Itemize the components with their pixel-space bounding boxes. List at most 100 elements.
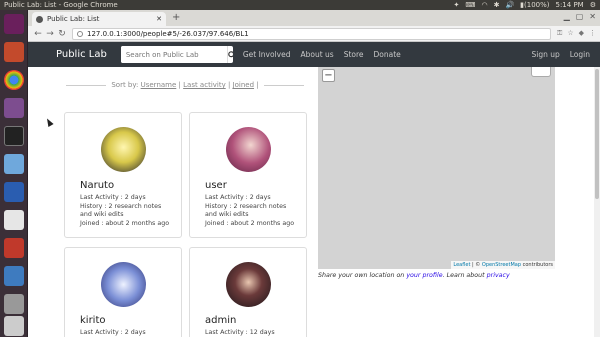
sort-joined-link[interactable]: Joined	[233, 81, 254, 89]
search-icon	[228, 50, 233, 57]
osm-link[interactable]: OpenStreetMap	[482, 262, 521, 268]
bluetooth-icon[interactable]: ✱	[494, 1, 500, 9]
search-button[interactable]	[226, 46, 233, 63]
user-card[interactable]: Naruto Last Activity : 2 days History : …	[64, 112, 182, 238]
leaflet-link[interactable]: Leaflet	[453, 262, 470, 268]
people-map[interactable]: − Leaflet | © OpenStreetMap contributors	[318, 67, 555, 269]
nav-link-donate[interactable]: Donate	[374, 50, 401, 59]
attribution-contributors: contributors	[521, 262, 553, 268]
files-icon[interactable]	[4, 42, 24, 62]
nav-link-about-us[interactable]: About us	[300, 50, 333, 59]
address-bar[interactable]: 127.0.0.1:3000/people#5/-26.037/97.646/B…	[72, 27, 551, 40]
web-page: Public Lab Get Involved About us Store D…	[28, 42, 600, 337]
sort-separator: |	[178, 81, 181, 89]
nav-link-get-involved[interactable]: Get Involved	[243, 50, 291, 59]
joined: Joined : about 2 months ago	[80, 219, 170, 227]
avatar[interactable]	[226, 262, 271, 307]
sort-username-link[interactable]: Username	[141, 81, 177, 89]
tab-title: Public Lab: List	[47, 15, 100, 23]
user-name[interactable]: user	[205, 180, 227, 191]
browser-tab[interactable]: Public Lab: List ✕	[32, 12, 166, 26]
user-meta: Last Activity : 2 days History : 2 resea…	[80, 194, 175, 228]
ubuntu-software-icon[interactable]	[4, 98, 24, 118]
back-button[interactable]: ←	[32, 29, 44, 39]
user-name[interactable]: admin	[205, 315, 236, 326]
os-top-bar: Public Lab: List - Google Chrome ✦ ⌨ ◠ ✱…	[0, 0, 600, 10]
search-input[interactable]	[120, 46, 227, 63]
keyboard-icon[interactable]: ⌨	[465, 1, 475, 9]
user-name[interactable]: kirito	[80, 315, 106, 326]
profile-link[interactable]: your profile	[406, 272, 442, 279]
key-icon[interactable]: ⚿	[557, 29, 562, 38]
clock[interactable]: 5:14 PM	[556, 1, 584, 9]
writer-icon[interactable]	[4, 266, 24, 286]
map-attribution: Leaflet | © OpenStreetMap contributors	[451, 261, 555, 269]
terminal-icon[interactable]	[4, 126, 24, 146]
sort-separator: |	[256, 81, 259, 89]
reload-button[interactable]: ↻	[56, 29, 68, 39]
extension-icon[interactable]: ◆	[579, 29, 584, 38]
forward-button[interactable]: →	[44, 29, 56, 39]
user-meta: Last Activity : 12 days	[205, 329, 300, 337]
site-brand[interactable]: Public Lab	[56, 49, 107, 60]
nav-link-store[interactable]: Store	[344, 50, 364, 59]
dropbox-icon[interactable]: ✦	[453, 1, 459, 9]
wifi-icon[interactable]: ◠	[481, 1, 487, 9]
signup-link[interactable]: Sign up	[532, 50, 560, 59]
software-center-icon[interactable]	[4, 238, 24, 258]
map-note-prefix: Share your own location on	[318, 272, 407, 279]
close-window-icon[interactable]: ✕	[589, 12, 596, 21]
zoom-out-button[interactable]: −	[322, 69, 335, 82]
auth-links: Sign up Login	[532, 50, 600, 59]
user-card[interactable]: admin Last Activity : 12 days	[189, 247, 307, 337]
layer-control-button[interactable]	[531, 67, 551, 77]
virtualbox-icon[interactable]	[4, 154, 24, 174]
text-editor-icon[interactable]	[4, 210, 24, 230]
page-scrollbar[interactable]	[594, 67, 600, 337]
app-launcher	[0, 10, 28, 337]
map-note: Share your own location on your profile.…	[318, 272, 510, 279]
volume-icon[interactable]: 🔊	[505, 1, 514, 9]
avatar[interactable]	[101, 127, 146, 172]
new-tab-button[interactable]: +	[172, 12, 180, 23]
trash-icon[interactable]	[4, 316, 24, 336]
minimize-icon[interactable]: ▁	[564, 12, 570, 21]
user-meta: Last Activity : 2 days History : 2 resea…	[205, 194, 300, 228]
last-activity: Last Activity : 2 days	[80, 194, 146, 201]
history: History : 2 research notes and wiki edit…	[80, 202, 162, 219]
system-tray[interactable]: ✦ ⌨ ◠ ✱ 🔊 ▮(100%) 5:14 PM ⚙	[453, 1, 596, 9]
vscode-icon[interactable]	[4, 182, 24, 202]
close-tab-icon[interactable]: ✕	[156, 15, 162, 23]
power-icon[interactable]: ⚙	[590, 1, 596, 9]
info-icon[interactable]	[77, 30, 83, 37]
login-link[interactable]: Login	[570, 50, 590, 59]
chrome-icon[interactable]	[4, 70, 24, 90]
battery-indicator[interactable]: ▮(100%)	[520, 1, 549, 9]
user-card[interactable]: user Last Activity : 2 days History : 2 …	[189, 112, 307, 238]
dash-icon[interactable]	[4, 14, 24, 34]
menu-icon[interactable]: ⋮	[589, 29, 596, 38]
user-card[interactable]: kirito Last Activity : 2 days	[64, 247, 182, 337]
user-meta: Last Activity : 2 days	[80, 329, 175, 337]
maximize-icon[interactable]: ▢	[576, 12, 584, 21]
divider	[263, 84, 304, 86]
last-activity: Last Activity : 12 days	[205, 329, 275, 336]
map-note-mid: . Learn about	[442, 272, 487, 279]
favicon-icon	[36, 15, 43, 23]
sort-options: Sort by: Username | Last activity | Join…	[106, 81, 263, 89]
sort-last-activity-link[interactable]: Last activity	[183, 81, 226, 89]
star-icon[interactable]: ☆	[567, 29, 573, 38]
privacy-link[interactable]: privacy	[487, 272, 510, 279]
history: History : 2 research notes and wiki edit…	[205, 202, 287, 219]
avatar[interactable]	[226, 127, 271, 172]
scrollbar-thumb[interactable]	[595, 69, 599, 199]
settings-icon[interactable]	[4, 294, 24, 314]
site-search	[120, 46, 233, 63]
nav-links: Get Involved About us Store Donate	[243, 50, 401, 59]
sort-label: Sort by:	[111, 81, 139, 89]
user-name[interactable]: Naruto	[80, 180, 114, 191]
extension-icons: ⚿ ☆ ◆ ⋮	[557, 29, 596, 38]
avatar[interactable]	[101, 262, 146, 307]
divider	[66, 84, 107, 86]
window-controls: ▁ ▢ ✕	[564, 12, 596, 21]
